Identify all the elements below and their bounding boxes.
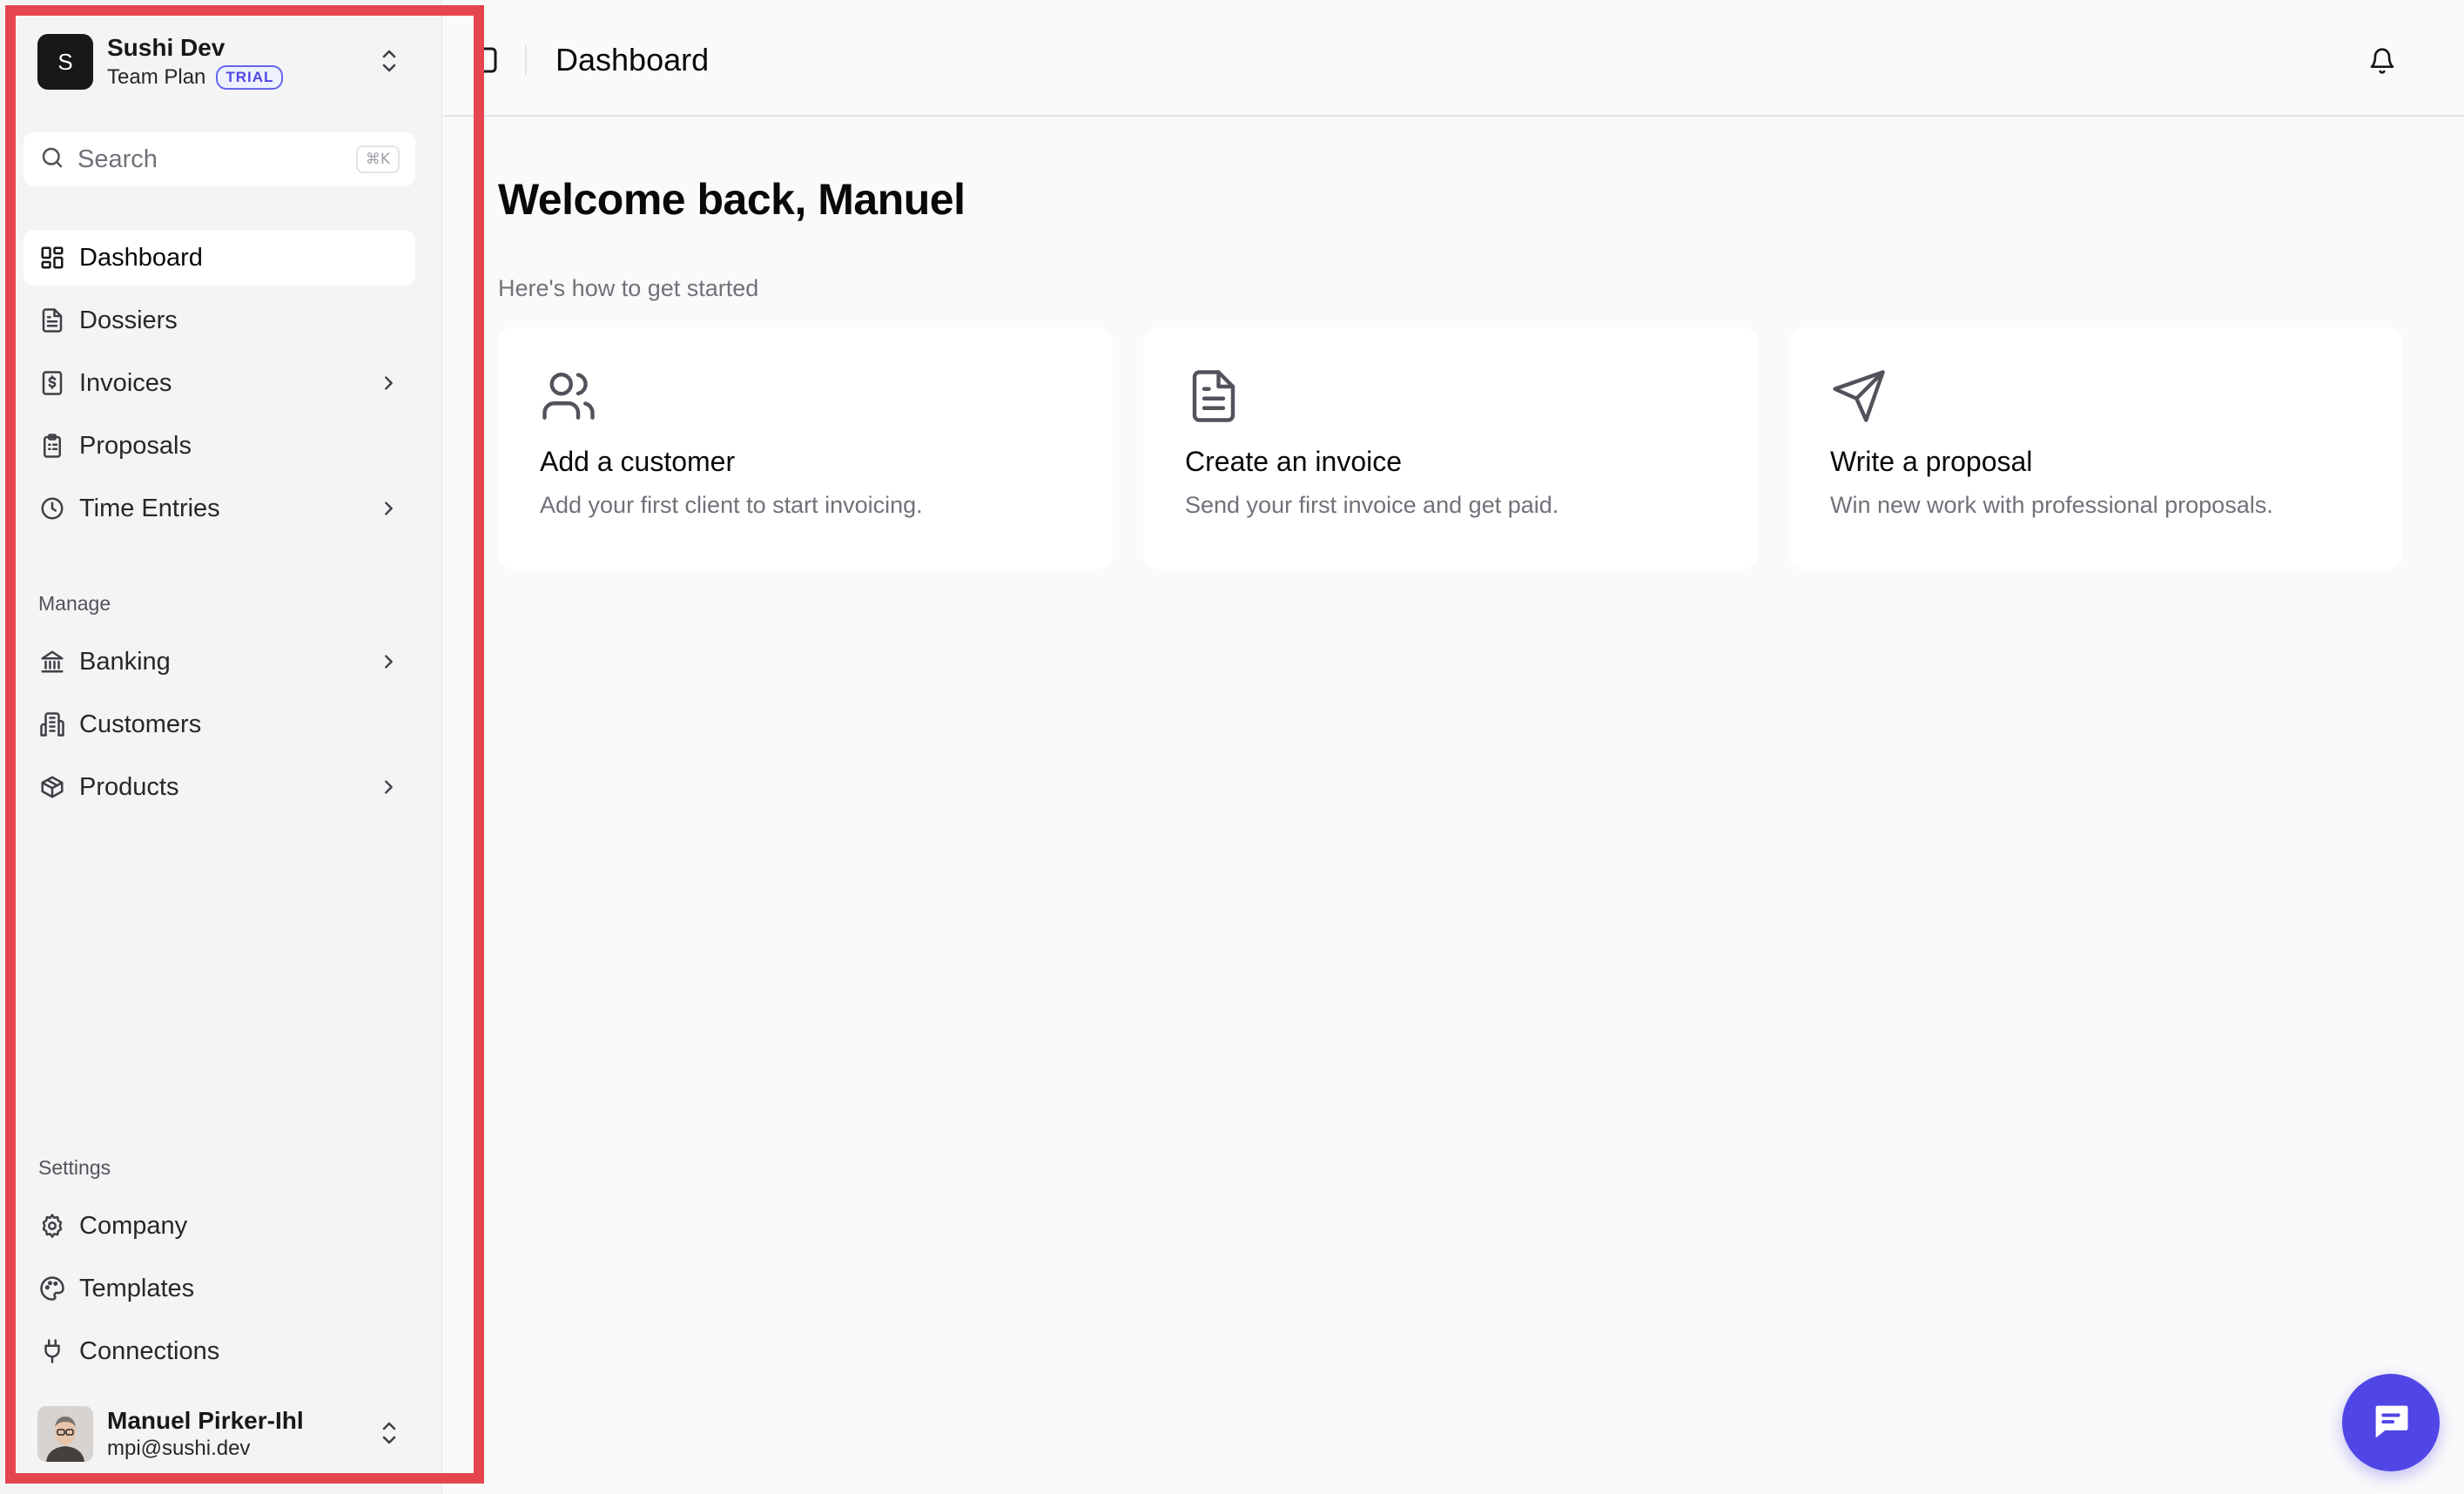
send-icon [1830, 367, 1889, 427]
users-icon [540, 367, 599, 427]
sidebar-item-banking[interactable]: Banking [24, 634, 415, 690]
file-text-icon [1185, 367, 1244, 427]
sidebar-item-label: Connections [79, 1336, 220, 1365]
sidebar-item-label: Banking [79, 647, 171, 676]
package-icon [37, 772, 67, 802]
sidebar-item-company[interactable]: Company [24, 1198, 415, 1254]
team-plan-row: Team Plan TRIAL [107, 64, 403, 91]
chevron-right-icon [375, 370, 401, 396]
sidebar-item-label: Invoices [79, 368, 172, 397]
gear-icon [37, 1211, 67, 1241]
user-info: Manuel Pirker-Ihl mpi@sushi.dev [107, 1406, 403, 1462]
sidebar-item-connections[interactable]: Connections [24, 1323, 415, 1379]
sidebar: S Sushi Dev Team Plan TRIAL Search ⌘K Da… [0, 0, 442, 1494]
search-placeholder: Search [77, 145, 158, 173]
chevron-right-icon [375, 495, 401, 522]
sidebar-item-label: Products [79, 772, 179, 801]
chat-support-button[interactable] [2342, 1374, 2440, 1471]
chat-icon [2368, 1398, 2414, 1448]
page-title: Dashboard [555, 42, 710, 77]
card-title: Write a proposal [1830, 446, 2033, 477]
section-label-manage: Manage [38, 592, 111, 615]
sidebar-item-customers[interactable]: Customers [24, 697, 415, 752]
sidebar-item-templates[interactable]: Templates [24, 1261, 415, 1316]
team-switcher[interactable]: S Sushi Dev Team Plan TRIAL [37, 31, 403, 92]
chevron-right-icon [375, 774, 401, 800]
sidebar-item-label: Time Entries [79, 494, 220, 522]
sidebar-item-dossiers[interactable]: Dossiers [24, 293, 415, 348]
sidebar-item-dashboard[interactable]: Dashboard [24, 230, 415, 286]
clock-icon [37, 494, 67, 523]
card-description: Add your first client to start invoicing… [540, 492, 923, 518]
clipboard-list-icon [37, 431, 67, 461]
team-plan: Team Plan [107, 65, 206, 89]
bell-icon[interactable] [2366, 45, 2398, 77]
receipt-icon [37, 368, 67, 398]
sidebar-item-products[interactable]: Products [24, 759, 415, 815]
sidebar-item-proposals[interactable]: Proposals [24, 418, 415, 474]
search-shortcut: ⌘K [355, 145, 400, 173]
card-write-proposal[interactable]: Write a proposal Win new work with profe… [1788, 327, 2403, 569]
getting-started-subtitle: Here's how to get started [498, 275, 759, 301]
sidebar-item-invoices[interactable]: Invoices [24, 355, 415, 411]
sidebar-item-label: Company [79, 1211, 188, 1240]
top-header: Dashboard [443, 0, 2464, 117]
team-name: Sushi Dev [107, 34, 226, 61]
chevron-right-icon [375, 649, 401, 675]
sidebar-toggle-icon[interactable] [464, 47, 499, 73]
card-title: Add a customer [540, 446, 736, 477]
avatar [37, 1406, 93, 1462]
sidebar-item-label: Dashboard [79, 243, 203, 272]
search-icon [39, 145, 65, 175]
card-title: Create an invoice [1185, 446, 1403, 477]
welcome-heading: Welcome back, Manuel [498, 175, 966, 224]
card-add-customer[interactable]: Add a customer Add your first client to … [498, 327, 1113, 569]
card-create-invoice[interactable]: Create an invoice Send your first invoic… [1143, 327, 1758, 569]
sidebar-item-time-entries[interactable]: Time Entries [24, 481, 415, 536]
landmark-icon [37, 647, 67, 676]
user-email: mpi@sushi.dev [107, 1437, 251, 1460]
search-input[interactable]: Search ⌘K [24, 132, 415, 186]
palette-icon [37, 1274, 67, 1303]
card-description: Send your first invoice and get paid. [1185, 492, 1559, 518]
chevrons-up-down-icon[interactable] [375, 1417, 403, 1449]
plug-icon [37, 1336, 67, 1366]
file-text-icon [37, 306, 67, 335]
sidebar-item-label: Customers [79, 710, 202, 738]
chevrons-up-down-icon[interactable] [375, 45, 403, 77]
layout-dashboard-icon [37, 243, 67, 273]
team-info: Sushi Dev Team Plan TRIAL [107, 33, 403, 91]
header-divider [525, 45, 527, 75]
sidebar-item-label: Dossiers [79, 306, 178, 334]
card-description: Win new work with professional proposals… [1830, 492, 2273, 518]
building-icon [37, 710, 67, 739]
section-label-settings: Settings [38, 1156, 111, 1179]
user-name: Manuel Pirker-Ihl [107, 1407, 304, 1434]
team-avatar: S [37, 34, 93, 90]
sidebar-item-label: Templates [79, 1274, 195, 1302]
sidebar-item-label: Proposals [79, 431, 192, 460]
user-menu[interactable]: Manuel Pirker-Ihl mpi@sushi.dev [37, 1403, 403, 1464]
trial-badge: TRIAL [216, 65, 284, 90]
